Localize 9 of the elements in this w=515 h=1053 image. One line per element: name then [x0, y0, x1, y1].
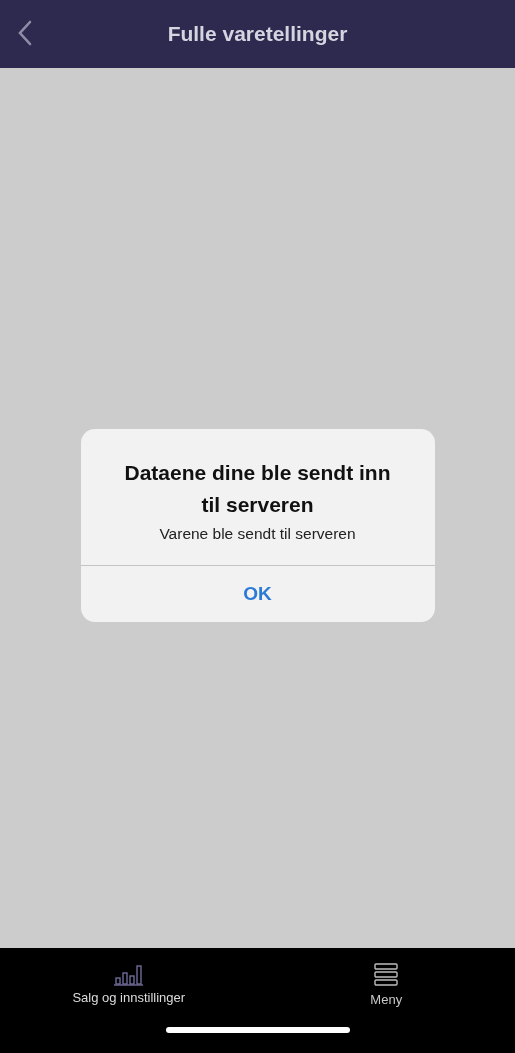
bar-chart-icon	[112, 962, 145, 986]
alert-message: Varene ble sendt til serveren	[158, 525, 357, 543]
alert-title: Dataene dine ble sendt inn til serveren	[123, 460, 392, 518]
tab-item[interactable]: Salg og innstillinger	[0, 962, 258, 1007]
ok-button[interactable]: OK	[80, 565, 435, 622]
tab-item[interactable]: Meny	[257, 962, 515, 1007]
screen-title: Fulle varetellinger	[167, 22, 348, 46]
menu-icon	[373, 962, 400, 988]
back-button[interactable]	[18, 20, 32, 46]
